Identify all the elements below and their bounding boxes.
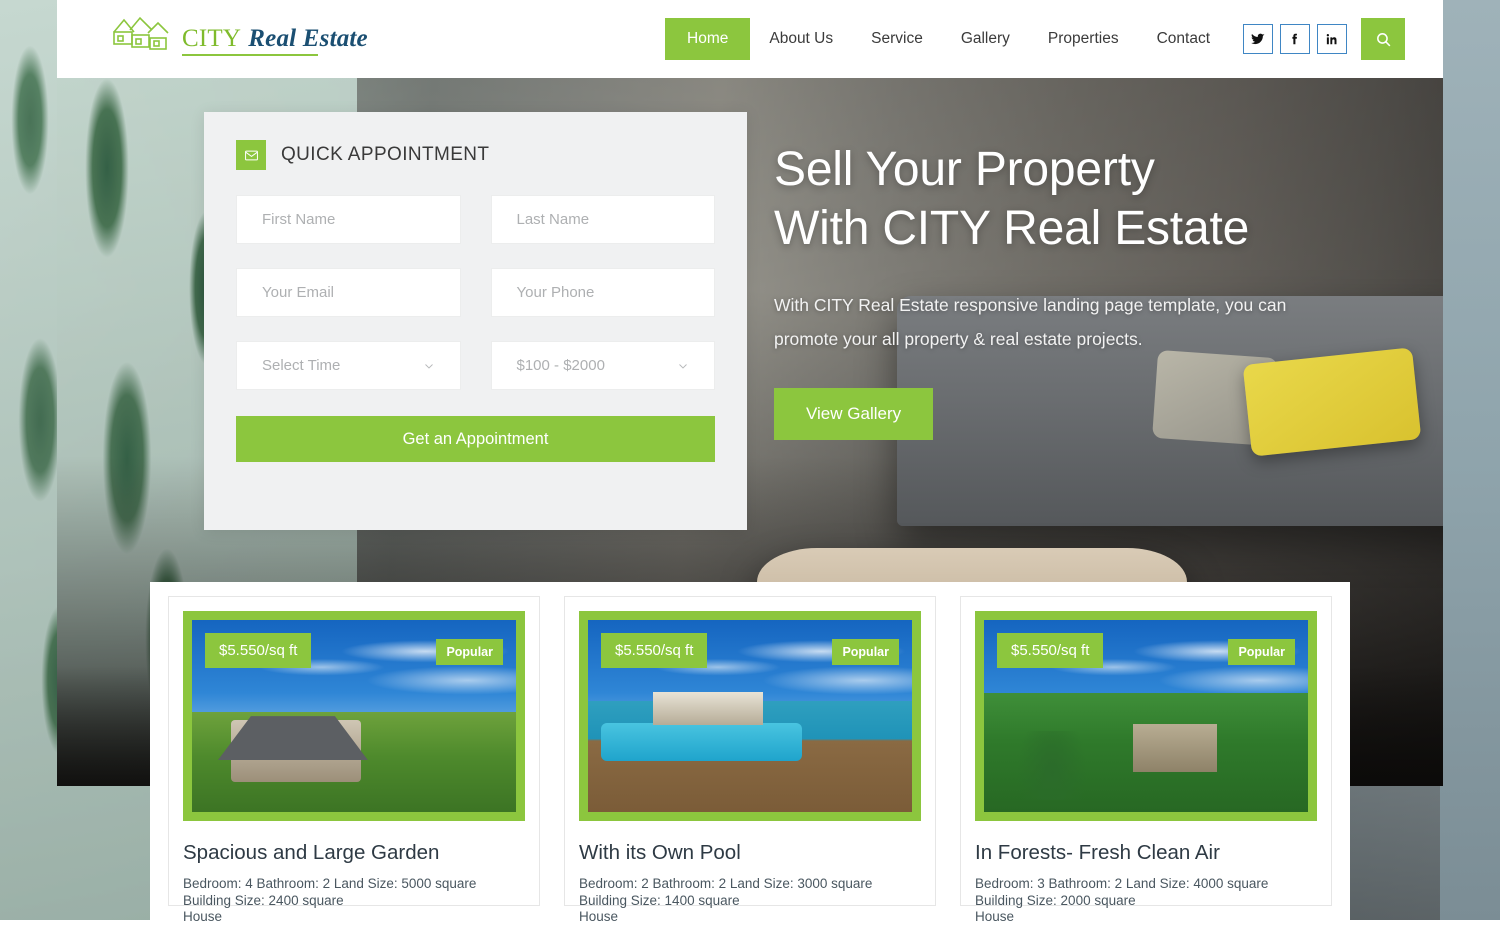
price-range-dropdown[interactable]: $100 - $2000 — [491, 341, 716, 390]
nav-item-gallery[interactable]: Gallery — [942, 18, 1029, 60]
site-logo[interactable]: CITY Real Estate — [110, 14, 368, 58]
property-image-scene — [192, 712, 516, 812]
site-header: CITY Real Estate Home About Us Service G… — [57, 0, 1443, 78]
hero-heading: Sell Your Property With CITY Real Estate — [774, 140, 1374, 258]
property-card[interactable]: $5.550/sq ft Popular With its Own Pool B… — [564, 596, 936, 906]
last-name-input[interactable]: Last Name — [491, 195, 716, 244]
linkedin-link[interactable] — [1317, 24, 1347, 54]
property-media: $5.550/sq ft Popular — [975, 611, 1317, 821]
site-container: CITY Real Estate Home About Us Service G… — [57, 0, 1443, 920]
price-badge: $5.550/sq ft — [997, 633, 1103, 668]
facebook-link[interactable] — [1280, 24, 1310, 54]
logo-realestate-text: Real Estate — [248, 25, 368, 52]
property-cards-panel: $5.550/sq ft Popular Spacious and Large … — [150, 582, 1350, 920]
price-badge: $5.550/sq ft — [601, 633, 707, 668]
envelope-icon — [244, 148, 259, 163]
twitter-icon — [1251, 32, 1265, 46]
property-meta-line-3: House — [579, 909, 921, 926]
select-time-dropdown[interactable]: Select Time — [236, 341, 461, 390]
envelope-icon-box — [236, 140, 266, 170]
logo-city-text: CITY — [182, 25, 241, 52]
logo-wordmark: CITY Real Estate — [182, 26, 368, 58]
select-field-row: Select Time $100 - $2000 — [236, 341, 715, 390]
social-links — [1243, 18, 1405, 60]
property-title: With its Own Pool — [579, 841, 921, 865]
property-card[interactable]: $5.550/sq ft Popular In Forests- Fresh C… — [960, 596, 1332, 906]
nav-item-home[interactable]: Home — [665, 18, 750, 60]
main-navigation: Home About Us Service Gallery Properties… — [665, 18, 1405, 60]
price-badge: $5.550/sq ft — [205, 633, 311, 668]
popular-badge: Popular — [1228, 639, 1295, 665]
search-button[interactable] — [1361, 18, 1405, 60]
property-media: $5.550/sq ft Popular — [183, 611, 525, 821]
chevron-down-icon — [423, 360, 435, 372]
email-input[interactable]: Your Email — [236, 268, 461, 317]
property-card[interactable]: $5.550/sq ft Popular Spacious and Large … — [168, 596, 540, 906]
nav-item-properties[interactable]: Properties — [1029, 18, 1138, 60]
popular-badge: Popular — [832, 639, 899, 665]
nav-item-service[interactable]: Service — [852, 18, 942, 60]
property-meta: Bedroom: 4 Bathroom: 2 Land Size: 5000 s… — [183, 876, 525, 926]
popular-badge: Popular — [436, 639, 503, 665]
property-image-scene — [984, 693, 1308, 812]
property-title: Spacious and Large Garden — [183, 841, 525, 865]
first-name-input[interactable]: First Name — [236, 195, 461, 244]
contact-field-row: Your Email Your Phone — [236, 268, 715, 317]
property-meta: Bedroom: 2 Bathroom: 2 Land Size: 3000 s… — [579, 876, 921, 926]
property-media: $5.550/sq ft Popular — [579, 611, 921, 821]
property-meta-line-2: Building Size: 2400 square — [183, 893, 525, 910]
hero-copy: Sell Your Property With CITY Real Estate… — [774, 140, 1374, 440]
price-range-value: $100 - $2000 — [517, 357, 605, 374]
phone-input[interactable]: Your Phone — [491, 268, 716, 317]
property-image-scene — [588, 701, 912, 812]
facebook-icon — [1288, 32, 1302, 46]
twitter-link[interactable] — [1243, 24, 1273, 54]
nav-item-about-us[interactable]: About Us — [750, 18, 852, 60]
select-time-value: Select Time — [262, 357, 340, 374]
property-meta-line-2: Building Size: 1400 square — [579, 893, 921, 910]
appointment-title: QUICK APPOINTMENT — [281, 144, 489, 166]
property-meta: Bedroom: 3 Bathroom: 2 Land Size: 4000 s… — [975, 876, 1317, 926]
logo-underline — [182, 54, 318, 56]
property-meta-line-2: Building Size: 2000 square — [975, 893, 1317, 910]
property-meta-line-1: Bedroom: 4 Bathroom: 2 Land Size: 5000 s… — [183, 876, 525, 893]
hero-heading-line-2: With CITY Real Estate — [774, 199, 1374, 258]
houses-logo-icon — [110, 14, 176, 58]
linkedin-icon — [1325, 32, 1339, 46]
quick-appointment-form: QUICK APPOINTMENT First Name Last Name Y… — [204, 112, 747, 530]
property-title: In Forests- Fresh Clean Air — [975, 841, 1317, 865]
hero-paragraph: With CITY Real Estate responsive landing… — [774, 288, 1334, 356]
name-field-row: First Name Last Name — [236, 195, 715, 244]
property-meta-line-1: Bedroom: 3 Bathroom: 2 Land Size: 4000 s… — [975, 876, 1317, 893]
property-meta-line-1: Bedroom: 2 Bathroom: 2 Land Size: 3000 s… — [579, 876, 921, 893]
property-meta-line-3: House — [183, 909, 525, 926]
appointment-header: QUICK APPOINTMENT — [236, 140, 715, 170]
nav-item-contact[interactable]: Contact — [1138, 18, 1229, 60]
hero-heading-line-1: Sell Your Property — [774, 140, 1374, 199]
property-meta-line-3: House — [975, 909, 1317, 926]
chevron-down-icon — [677, 360, 689, 372]
view-gallery-button[interactable]: View Gallery — [774, 388, 933, 440]
get-appointment-button[interactable]: Get an Appointment — [236, 416, 715, 462]
search-icon — [1375, 31, 1392, 48]
